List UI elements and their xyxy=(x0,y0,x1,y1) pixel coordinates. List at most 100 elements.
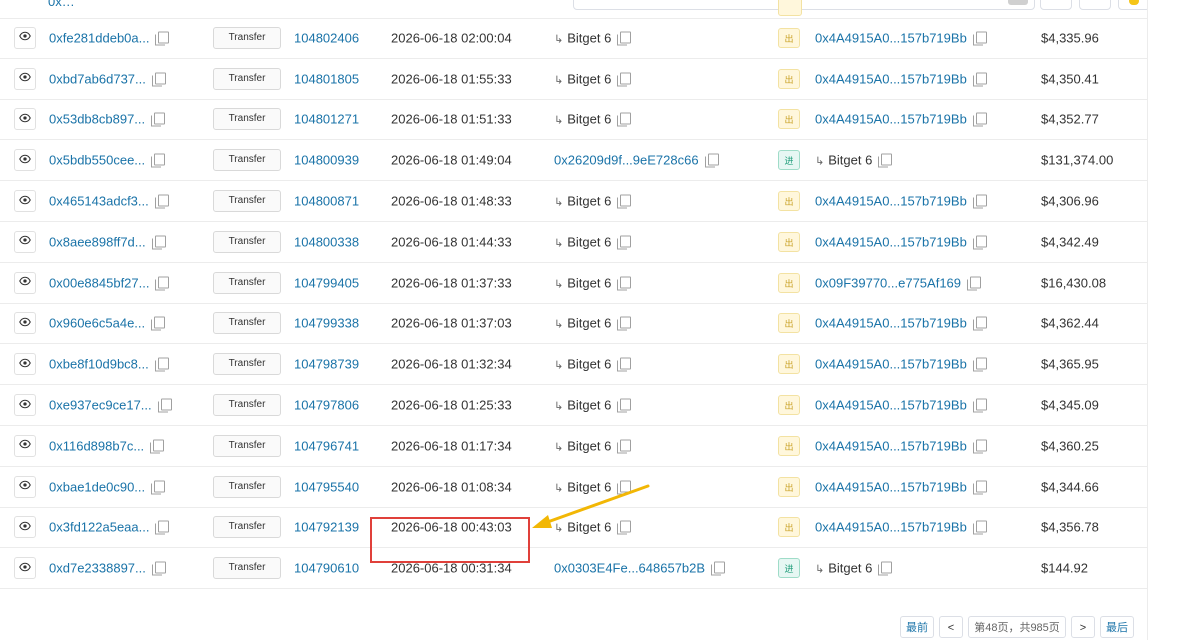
view-button[interactable] xyxy=(14,67,36,90)
copy-icon[interactable] xyxy=(150,439,165,454)
view-button[interactable] xyxy=(14,149,36,172)
to-address[interactable]: 0x4A4915A0...157b719Bb xyxy=(815,30,987,46)
block-number[interactable]: 104795540 xyxy=(294,479,359,494)
tx-hash[interactable]: 0xbae1de0c90... xyxy=(49,479,166,495)
copy-icon[interactable] xyxy=(617,276,632,291)
to-address-text[interactable]: 0x4A4915A0...157b719Bb xyxy=(815,316,967,331)
view-button[interactable] xyxy=(14,271,36,294)
view-button[interactable] xyxy=(14,230,36,253)
to-address-text[interactable]: 0x4A4915A0...157b719Bb xyxy=(815,112,967,127)
copy-icon[interactable] xyxy=(151,153,166,168)
tx-hash[interactable]: 0x3fd122a5eaa... xyxy=(49,520,170,535)
to-address-text[interactable]: 0x09F39770...e775Af169 xyxy=(815,275,961,290)
copy-icon[interactable] xyxy=(151,72,166,87)
view-button[interactable] xyxy=(14,475,36,498)
copy-icon[interactable] xyxy=(157,398,172,413)
block-number[interactable]: 104800871 xyxy=(294,194,359,209)
tx-hash[interactable]: 0x5bdb550cee... xyxy=(49,153,166,168)
to-address-text[interactable]: 0x4A4915A0...157b719Bb xyxy=(815,479,967,494)
tx-hash[interactable]: 0xbe8f10d9bc8... xyxy=(49,357,169,372)
toolbar-button-3[interactable] xyxy=(1118,0,1148,10)
block-number[interactable]: 104802406 xyxy=(294,30,359,45)
copy-icon[interactable] xyxy=(617,357,632,372)
view-button[interactable] xyxy=(14,190,36,213)
copy-icon[interactable] xyxy=(617,316,632,331)
copy-icon[interactable] xyxy=(972,31,987,46)
from-address[interactable]: 0x26209d9f...9eE728c66 xyxy=(554,153,719,168)
block-number[interactable]: 104796741 xyxy=(294,438,359,453)
tx-hash[interactable]: 0xd7e2338897... xyxy=(49,561,166,576)
to-address-text[interactable]: 0x4A4915A0...157b719Bb xyxy=(815,234,967,249)
to-address[interactable]: 0x4A4915A0...157b719Bb xyxy=(815,316,987,331)
copy-icon[interactable] xyxy=(972,194,987,209)
prev-page-button[interactable]: < xyxy=(939,616,963,638)
to-address[interactable]: 0x4A4915A0...157b719Bb xyxy=(815,520,987,535)
tx-hash-text[interactable]: 0xbae1de0c90... xyxy=(49,479,145,494)
copy-icon[interactable] xyxy=(967,276,982,291)
next-page-button[interactable]: > xyxy=(1071,616,1095,638)
view-button[interactable] xyxy=(14,353,36,376)
to-address[interactable]: 0x4A4915A0...157b719Bb xyxy=(815,234,987,250)
search-input[interactable]: ⌕ xyxy=(573,0,1035,10)
view-button[interactable] xyxy=(14,108,36,131)
to-address-text[interactable]: 0x4A4915A0...157b719Bb xyxy=(815,438,967,453)
block-number[interactable]: 104790610 xyxy=(294,561,359,576)
copy-icon[interactable] xyxy=(972,520,987,535)
view-button[interactable] xyxy=(14,312,36,335)
copy-icon[interactable] xyxy=(151,561,166,576)
copy-icon[interactable] xyxy=(704,153,719,168)
copy-icon[interactable] xyxy=(155,31,170,46)
to-address[interactable]: 0x4A4915A0...157b719Bb xyxy=(815,357,987,372)
block-number[interactable]: 104800939 xyxy=(294,153,359,168)
copy-icon[interactable] xyxy=(617,112,632,127)
tx-hash-text[interactable]: 0xbe8f10d9bc8... xyxy=(49,357,149,372)
tx-hash-text[interactable]: 0x960e6c5a4e... xyxy=(49,316,145,331)
first-page-button[interactable]: 最前 xyxy=(900,616,934,638)
block-number[interactable]: 104798739 xyxy=(294,357,359,372)
tx-hash-text[interactable]: 0x465143adcf3... xyxy=(49,194,149,209)
to-address[interactable]: 0x4A4915A0...157b719Bb xyxy=(815,194,987,209)
tx-hash[interactable]: 0x8aee898ff7d... xyxy=(49,234,166,250)
copy-icon[interactable] xyxy=(972,439,987,454)
to-address-text[interactable]: 0x4A4915A0...157b719Bb xyxy=(815,357,967,372)
tx-hash-text[interactable]: 0x8aee898ff7d... xyxy=(49,234,146,249)
tx-hash-text[interactable]: 0x5bdb550cee... xyxy=(49,153,145,168)
view-button[interactable] xyxy=(14,434,36,457)
copy-icon[interactable] xyxy=(617,439,632,454)
copy-icon[interactable] xyxy=(972,357,987,372)
copy-icon[interactable] xyxy=(972,480,987,495)
to-address[interactable]: 0x4A4915A0...157b719Bb xyxy=(815,71,987,87)
from-address-text[interactable]: 0x0303E4Fe...648657b2B xyxy=(554,561,705,576)
copy-icon[interactable] xyxy=(617,194,632,209)
block-number[interactable]: 104801805 xyxy=(294,71,359,86)
copy-icon[interactable] xyxy=(972,72,987,87)
tx-hash-text[interactable]: 0xfe281ddeb0a... xyxy=(49,30,149,45)
copy-icon[interactable] xyxy=(154,357,169,372)
block-number[interactable]: 104800338 xyxy=(294,234,359,249)
copy-icon[interactable] xyxy=(151,235,166,250)
copy-icon[interactable] xyxy=(155,520,170,535)
view-button[interactable] xyxy=(14,557,36,580)
toolbar-button-1[interactable] xyxy=(1040,0,1072,10)
block-number[interactable]: 104799405 xyxy=(294,275,359,290)
tx-hash-text[interactable]: 0xbd7ab6d737... xyxy=(49,71,146,86)
to-address-text[interactable]: 0x4A4915A0...157b719Bb xyxy=(815,71,967,86)
tx-hash-text[interactable]: 0xd7e2338897... xyxy=(49,561,146,576)
to-address-text[interactable]: 0x4A4915A0...157b719Bb xyxy=(815,398,967,413)
copy-icon[interactable] xyxy=(878,561,893,576)
copy-icon[interactable] xyxy=(617,31,632,46)
tx-hash-text[interactable]: 0xe937ec9ce17... xyxy=(49,398,152,413)
block-number[interactable]: 104797806 xyxy=(294,398,359,413)
tx-hash-text[interactable]: 0x53db8cb897... xyxy=(49,112,145,127)
tx-hash[interactable]: 0x960e6c5a4e... xyxy=(49,316,166,331)
copy-icon[interactable] xyxy=(972,316,987,331)
last-page-button[interactable]: 最后 xyxy=(1100,616,1134,638)
tx-hash[interactable]: 0xbd7ab6d737... xyxy=(49,71,166,87)
to-address[interactable]: 0x4A4915A0...157b719Bb xyxy=(815,438,987,454)
tx-hash[interactable]: 0x53db8cb897... xyxy=(49,112,166,127)
to-address[interactable]: 0x4A4915A0...157b719Bb xyxy=(815,479,987,495)
to-address-text[interactable]: 0x4A4915A0...157b719Bb xyxy=(815,194,967,209)
toolbar-button-2[interactable] xyxy=(1079,0,1111,10)
to-address-text[interactable]: 0x4A4915A0...157b719Bb xyxy=(815,30,967,45)
copy-icon[interactable] xyxy=(151,316,166,331)
